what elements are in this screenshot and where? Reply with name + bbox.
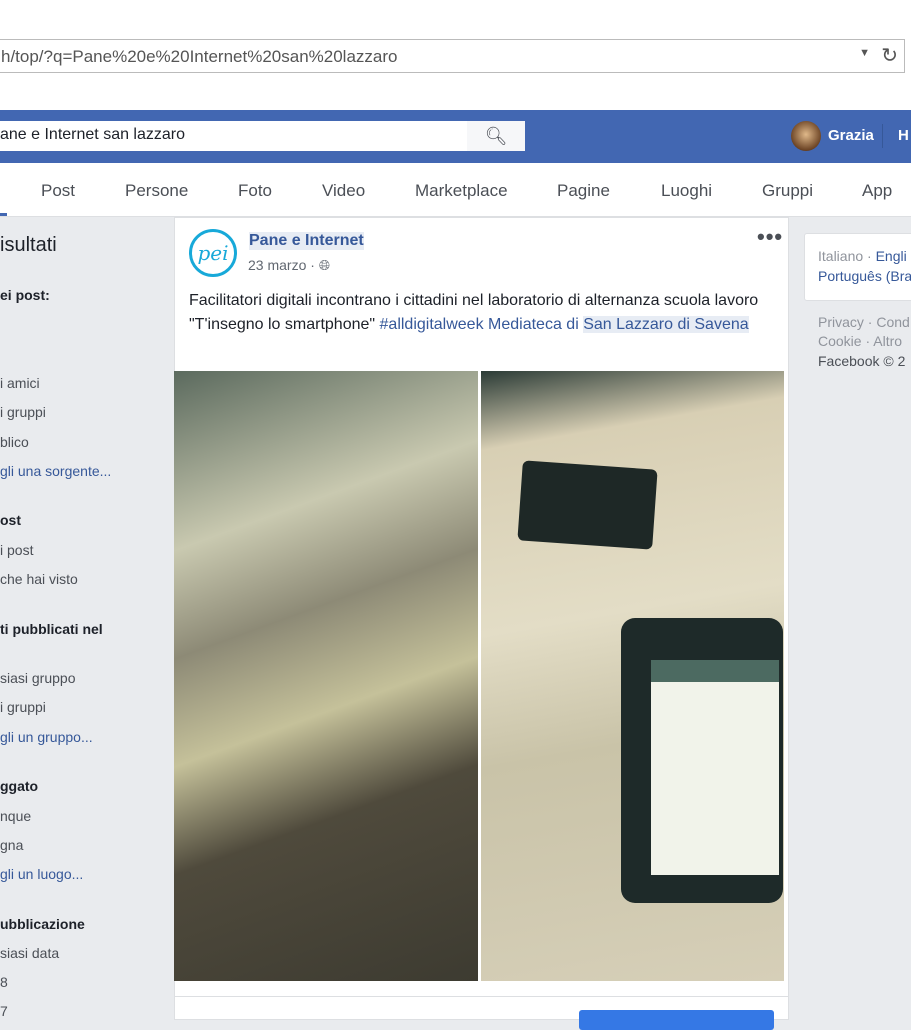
language-box <box>804 233 911 301</box>
dropdown-icon[interactable]: ▼ <box>859 47 870 59</box>
post-meta: 23 marzo · 🌐︎ <box>248 257 330 274</box>
page-name-link[interactable]: Pane e Internet <box>249 232 364 250</box>
filter-option[interactable]: che hai visto <box>0 571 78 587</box>
search-button[interactable]: 🔍︎ <box>467 121 525 151</box>
filter-option[interactable]: gli un gruppo... <box>0 729 93 745</box>
hashtag-link[interactable]: #alldigitalweek <box>380 316 484 333</box>
page-logo[interactable]: pei <box>189 229 237 277</box>
logo-text: pei <box>197 241 229 265</box>
tab-persone[interactable]: Persone <box>125 181 188 201</box>
filter-heading: ubblicazione <box>0 916 85 932</box>
filter-option[interactable]: i gruppi <box>0 404 46 420</box>
tab-app[interactable]: App <box>862 181 892 201</box>
filter-heading: ei post: <box>0 287 50 303</box>
filter-heading: ggato <box>0 778 39 794</box>
language-english[interactable]: Engli <box>876 248 907 264</box>
filter-option[interactable]: nque <box>0 808 31 824</box>
language-current: Italiano · <box>818 248 876 264</box>
tab-marketplace[interactable]: Marketplace <box>415 181 508 201</box>
filter-option[interactable]: siasi data <box>0 945 59 961</box>
footer-links-2[interactable]: Cookie · Altro <box>818 333 902 349</box>
language-portuguese[interactable]: Português (Bra <box>818 268 911 284</box>
filter-option[interactable]: siasi gruppo <box>0 670 76 686</box>
home-link[interactable]: H <box>898 127 909 144</box>
globe-icon: 🌐︎ <box>318 257 331 273</box>
copyright: Facebook © 2 <box>818 353 906 369</box>
action-button[interactable] <box>579 1010 774 1030</box>
filter-heading: ti pubblicati nel <box>0 621 103 637</box>
place-link[interactable]: San Lazzaro di Savena <box>583 315 749 333</box>
filter-option[interactable]: gli un luogo... <box>0 866 83 882</box>
url-text: h/top/?q=Pane%20e%20Internet%20san%20laz… <box>1 47 398 66</box>
phone-in-photo <box>517 460 658 550</box>
search-input[interactable]: ane e Internet san lazzaro 🔍︎ <box>0 121 525 151</box>
tab-post[interactable]: Post <box>41 181 75 201</box>
profile-link[interactable]: Grazia <box>828 127 874 144</box>
avatar[interactable] <box>791 121 821 151</box>
filter-option[interactable]: 7 <box>0 1003 8 1019</box>
divider <box>175 996 788 997</box>
filter-option[interactable]: 8 <box>0 974 8 990</box>
language-list: Italiano · Engli <box>818 248 907 264</box>
filter-option[interactable]: gna <box>0 837 23 853</box>
post-text-2: Mediateca di <box>483 315 584 333</box>
filter-option[interactable]: i gruppi <box>0 699 46 715</box>
tab-foto[interactable]: Foto <box>238 181 272 201</box>
filter-option[interactable]: i amici <box>0 375 40 391</box>
address-bar[interactable]: h/top/?q=Pane%20e%20Internet%20san%20laz… <box>0 39 905 73</box>
footer-links-1[interactable]: Privacy · Cond <box>818 314 910 330</box>
tab-video[interactable]: Video <box>322 181 365 201</box>
tab-luoghi[interactable]: Luoghi <box>661 181 712 201</box>
sidebar-title: isultati <box>0 234 57 256</box>
filter-option[interactable]: i post <box>0 542 33 558</box>
active-tab-indicator <box>0 213 7 216</box>
reload-icon[interactable]: ↻ <box>881 43 898 68</box>
filter-option[interactable]: gli una sorgente... <box>0 463 111 479</box>
search-icon: 🔍︎ <box>484 125 508 146</box>
more-options-button[interactable]: ••• <box>757 224 783 250</box>
tab-gruppi[interactable]: Gruppi <box>762 181 813 201</box>
search-value: ane e Internet san lazzaro <box>0 126 186 143</box>
tab-pagine[interactable]: Pagine <box>557 181 610 201</box>
post-date[interactable]: 23 marzo · <box>248 257 319 273</box>
phone-in-photo <box>621 618 783 903</box>
search-tabs: Post Persone Foto Video Marketplace Pagi… <box>0 163 911 217</box>
post-text: Facilitatori digitali incontrano i citta… <box>189 289 774 336</box>
post-photo-1[interactable] <box>174 371 478 981</box>
filter-option[interactable]: blico <box>0 434 29 450</box>
filter-heading: ost <box>0 512 21 528</box>
divider <box>882 124 883 148</box>
